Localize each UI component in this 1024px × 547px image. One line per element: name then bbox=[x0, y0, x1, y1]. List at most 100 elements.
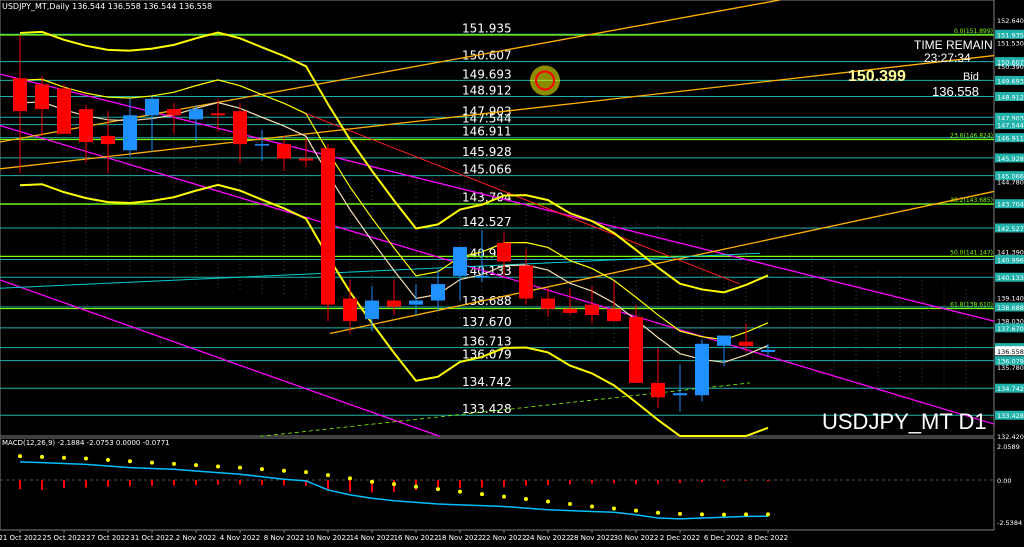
price-axis-label: 135.780 bbox=[997, 364, 1024, 372]
macd-signal-dot bbox=[612, 506, 616, 511]
date-axis-label: 25 Oct 2022 bbox=[42, 534, 85, 542]
candle-body bbox=[739, 341, 753, 346]
level-label: 134.742 bbox=[462, 375, 512, 389]
red-trend-line bbox=[299, 110, 741, 285]
macd-signal-dot bbox=[40, 454, 44, 459]
candle-body bbox=[629, 317, 643, 383]
level-label: 145.066 bbox=[462, 163, 512, 177]
macd-signal-dot bbox=[722, 512, 726, 517]
price-axis-label: 147.544 bbox=[997, 122, 1024, 130]
level-label: 133.428 bbox=[462, 402, 512, 416]
macd-signal-dot bbox=[766, 512, 770, 517]
price-axis-label: 140.133 bbox=[997, 274, 1024, 282]
date-axis-label: 6 Dec 2022 bbox=[704, 534, 744, 542]
price-axis-label: 136.558 bbox=[997, 348, 1024, 356]
price-axis-label: 152.640 bbox=[997, 17, 1024, 25]
candle-body bbox=[277, 144, 291, 159]
candle-body bbox=[673, 393, 687, 396]
macd-signal-dot bbox=[546, 499, 550, 504]
date-axis-label: 2 Nov 2022 bbox=[176, 534, 216, 542]
macd-signal-dot bbox=[194, 463, 198, 468]
macd-signal-dot bbox=[524, 497, 528, 502]
date-axis-label: 27 Oct 2022 bbox=[86, 534, 129, 542]
candle-body bbox=[101, 135, 115, 145]
candle-body bbox=[409, 300, 423, 305]
macd-signal-dot bbox=[414, 484, 418, 489]
candle-body bbox=[321, 148, 335, 305]
price-axis-label: 145.928 bbox=[997, 155, 1024, 163]
macd-signal-dot bbox=[502, 494, 506, 499]
macd-signal-dot bbox=[128, 459, 132, 464]
fib-label: 0.0(151.899) bbox=[954, 28, 993, 35]
level-label: 148.912 bbox=[462, 84, 512, 98]
date-axis-label: 21 Oct 2022 bbox=[0, 534, 42, 542]
candle-body bbox=[365, 300, 379, 320]
macd-signal-dot bbox=[106, 457, 110, 462]
level-label: 145.928 bbox=[462, 145, 512, 159]
macd-header: MACD(12,26,9) -2.1884 -2.0753 0.0000 -0.… bbox=[2, 439, 170, 447]
dashed-green-line bbox=[259, 382, 751, 437]
time-remain-label: TIME REMAIN bbox=[914, 38, 993, 52]
price-axis-label: 137.670 bbox=[997, 325, 1024, 333]
macd-axis-label: -2.5384 bbox=[997, 519, 1022, 527]
macd-signal-dot bbox=[18, 454, 22, 459]
highlight-circle bbox=[530, 65, 560, 96]
candle-body bbox=[35, 84, 49, 110]
level-label: 142.527 bbox=[462, 215, 512, 229]
price-axis-label: 144.780 bbox=[997, 179, 1024, 187]
price-axis-label: 148.912 bbox=[997, 94, 1024, 102]
date-axis-label: 8 Nov 2022 bbox=[264, 534, 304, 542]
macd-signal-dot bbox=[326, 473, 330, 478]
current-price-large: 150.399 bbox=[848, 68, 906, 85]
price-axis-label: 151.935 bbox=[997, 31, 1024, 39]
macd-signal-dot bbox=[436, 487, 440, 492]
date-axis-label: 2 Dec 2022 bbox=[660, 534, 700, 542]
price-axis-label: 146.911 bbox=[997, 135, 1024, 143]
candle-body bbox=[585, 304, 599, 315]
candle-body bbox=[189, 109, 203, 120]
macd-axis-label: 0.00 bbox=[997, 477, 1011, 485]
fib-label: 61.8(138.610) bbox=[950, 302, 993, 309]
macd-signal-dot bbox=[238, 465, 242, 470]
candle-body bbox=[13, 78, 27, 112]
candle-body bbox=[607, 308, 621, 322]
date-axis-label: 8 Dec 2022 bbox=[748, 534, 788, 542]
macd-signal-dot bbox=[634, 508, 638, 513]
candle-body bbox=[343, 298, 357, 322]
candle-body bbox=[563, 308, 577, 313]
date-axis-label: 10 Nov 2022 bbox=[306, 534, 351, 542]
macd-signal-dot bbox=[458, 489, 462, 494]
level-label: 146.911 bbox=[462, 125, 512, 139]
level-label: 149.693 bbox=[462, 67, 512, 81]
macd-signal-dot bbox=[282, 468, 286, 473]
candle-body bbox=[299, 158, 313, 161]
macd-signal-dot bbox=[744, 512, 748, 517]
macd-signal-dot bbox=[348, 476, 352, 481]
macd-signal-dot bbox=[216, 464, 220, 469]
price-axis-label: 133.428 bbox=[997, 412, 1024, 420]
date-axis-label: 14 Nov 2022 bbox=[350, 534, 395, 542]
macd-signal-dot bbox=[150, 460, 154, 465]
macd-axis-label: 2.0589 bbox=[997, 443, 1020, 451]
macd-signal-dot bbox=[172, 461, 176, 466]
symbol-timeframe: USDJPY_MT,Daily bbox=[2, 2, 70, 11]
date-axis-label: 30 Nov 2022 bbox=[614, 534, 659, 542]
forex-chart[interactable]: 151.935 150.607 149.693 148.912 147.903 147.5… bbox=[0, 0, 1024, 543]
level-label: 151.935 bbox=[462, 21, 512, 35]
rising-trend-line-lower bbox=[329, 190, 995, 335]
candle-body bbox=[453, 247, 467, 276]
date-axis-label: 16 Nov 2022 bbox=[394, 534, 439, 542]
fib-label: 50.0(141.147) bbox=[950, 249, 993, 256]
candle-body bbox=[541, 298, 555, 309]
candle-body bbox=[431, 284, 445, 301]
candle-body bbox=[717, 335, 731, 346]
macd-signal-dot bbox=[590, 504, 594, 509]
macd-signal-dot bbox=[304, 470, 308, 475]
ohlc-values: 136.544 136.558 136.544 136.558 bbox=[72, 2, 213, 11]
candle-body bbox=[695, 343, 709, 396]
macd-signal-dot bbox=[656, 510, 660, 515]
candle-body bbox=[387, 300, 401, 307]
candle-body bbox=[497, 242, 511, 262]
time-remain-value: 23:27:34 bbox=[924, 51, 971, 65]
candle-body bbox=[233, 111, 247, 145]
